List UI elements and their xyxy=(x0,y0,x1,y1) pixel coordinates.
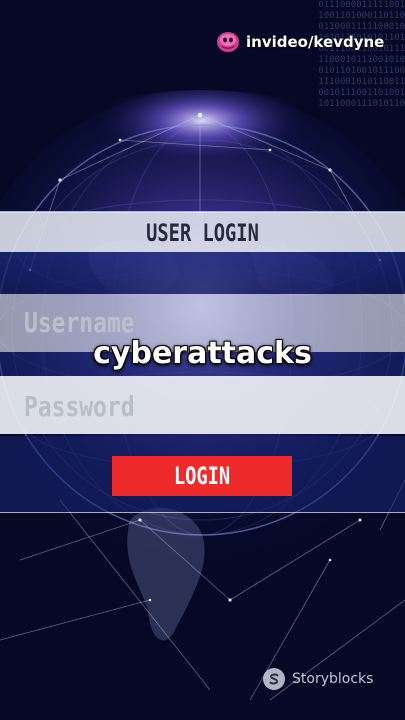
storyblocks-label: Storyblocks xyxy=(292,671,374,687)
login-panel-title: USER LOGIN xyxy=(146,219,259,247)
caption-text: cyberattacks xyxy=(93,336,312,371)
password-placeholder: Password xyxy=(24,390,135,423)
binary-code-overlay: 0111000011111001 1001101000110110 011000… xyxy=(318,0,405,109)
login-button-label: LOGIN xyxy=(173,462,231,490)
scene: 0111000011111001 1001101000110110 011000… xyxy=(0,0,405,720)
storyblocks-logo-icon xyxy=(263,668,285,690)
invideo-logo-icon xyxy=(217,32,239,52)
storyblocks-watermark: Storyblocks xyxy=(262,667,373,691)
password-field[interactable]: Password xyxy=(0,376,405,434)
login-button[interactable]: LOGIN xyxy=(112,456,292,496)
username-placeholder: Username xyxy=(24,306,135,339)
brand-label: invideo/kevdyne xyxy=(246,33,385,51)
brand-tag: invideo/kevdyne xyxy=(216,31,384,53)
panel-bottom-border xyxy=(0,512,405,513)
